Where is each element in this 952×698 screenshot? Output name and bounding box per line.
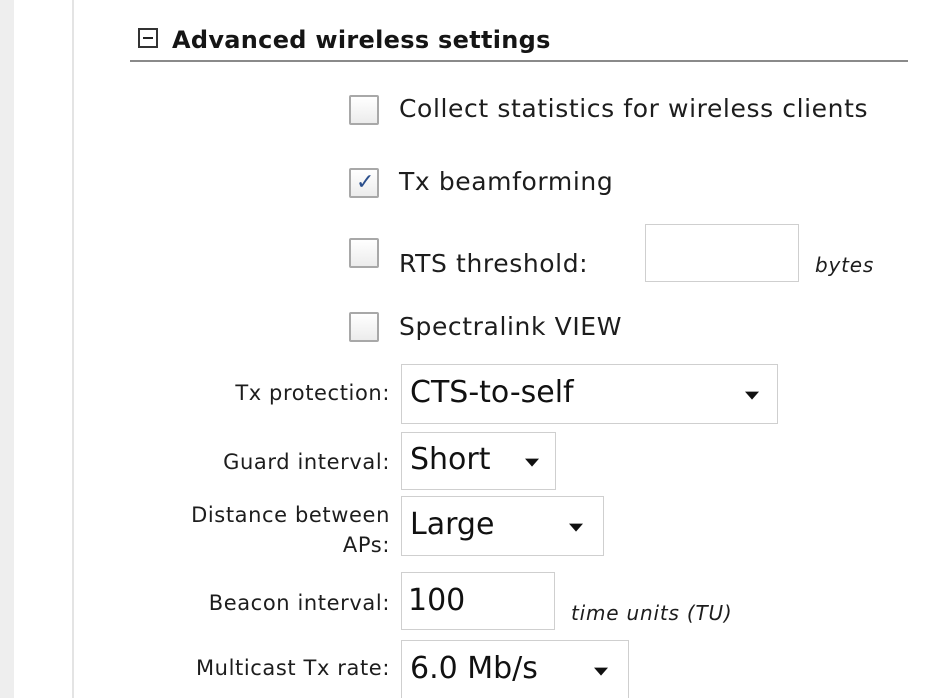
chevron-down-icon [594,667,608,676]
distance-aps-select[interactable]: Large [401,496,604,556]
section-header: Advanced wireless settings [130,22,908,62]
tx-beamforming-checkbox[interactable]: ✓ [349,168,379,198]
distance-aps-label: Distance between APs: [110,500,390,560]
beacon-interval-unit: time units (TU) [571,601,733,625]
rts-threshold-label: RTS threshold: [399,249,589,278]
beacon-interval-label: Beacon interval: [208,591,390,615]
section-title: Advanced wireless settings [172,26,551,54]
rts-threshold-checkbox[interactable] [349,238,379,268]
rts-threshold-unit: bytes [815,253,875,277]
chevron-down-icon [745,391,759,400]
guard-interval-select[interactable]: Short [401,432,556,490]
distance-aps-label-line1: Distance between [191,503,390,527]
tx-protection-value: CTS-to-self [410,375,574,411]
chevron-down-icon [525,458,539,467]
beacon-interval-input[interactable]: 100 [401,572,555,630]
left-gutter [0,0,14,698]
distance-aps-label-line2: APs: [342,533,390,557]
checkmark-icon: ✓ [356,170,375,195]
spectralink-label: Spectralink VIEW [399,312,623,341]
collect-stats-label: Collect statistics for wireless clients [399,94,869,123]
tx-beamforming-label: Tx beamforming [399,167,614,196]
multicast-rate-label: Multicast Tx rate: [195,656,390,680]
tx-protection-select[interactable]: CTS-to-self [401,364,778,424]
rts-threshold-input[interactable] [645,224,799,282]
guard-interval-value: Short [410,442,491,478]
multicast-rate-select[interactable]: 6.0 Mb/s [401,640,629,698]
collect-stats-checkbox[interactable] [349,95,379,125]
spectralink-checkbox[interactable] [349,312,379,342]
distance-aps-value: Large [410,507,495,543]
multicast-rate-value: 6.0 Mb/s [410,650,538,686]
collapse-minus-icon[interactable] [138,28,158,48]
tx-protection-label: Tx protection: [235,381,390,405]
chevron-down-icon [569,523,583,532]
guard-interval-label: Guard interval: [223,450,390,474]
left-divider [72,0,74,698]
